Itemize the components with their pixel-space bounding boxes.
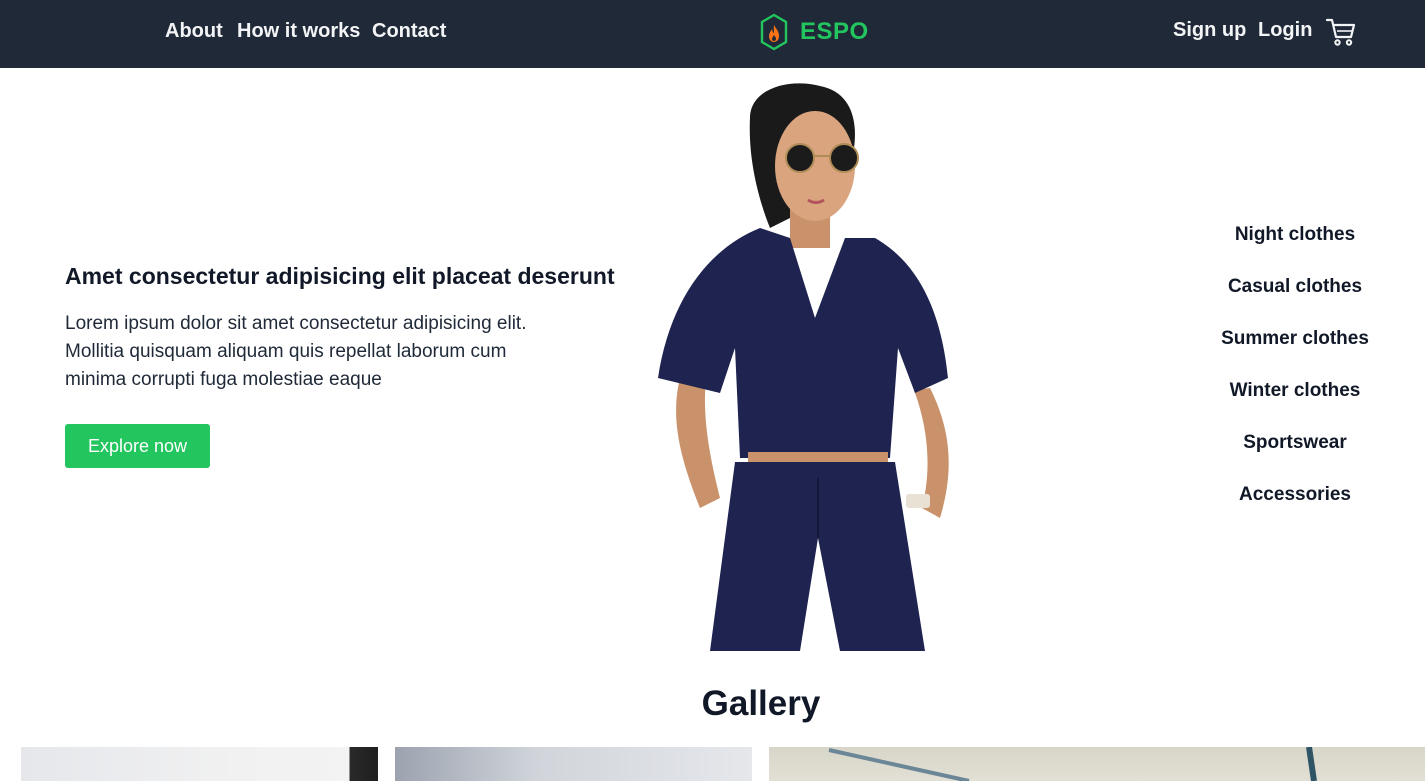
category-sportswear[interactable]: Sportswear	[1195, 428, 1395, 480]
category-list: Night clothes Casual clothes Summer clot…	[1195, 220, 1395, 532]
model-image	[658, 83, 949, 651]
gallery-title: Gallery	[701, 684, 821, 723]
gallery-image-3[interactable]	[769, 747, 1425, 781]
category-night-clothes[interactable]: Night clothes	[1195, 220, 1395, 272]
category-casual-clothes[interactable]: Casual clothes	[1195, 272, 1395, 324]
shield-logo-icon	[760, 13, 788, 51]
nav-link-about[interactable]: About	[165, 20, 223, 43]
hero-heading: Amet consectetur adipisicing elit placea…	[65, 263, 615, 289]
gallery-image-1[interactable]	[21, 747, 378, 781]
cart-icon[interactable]	[1325, 16, 1357, 48]
gallery-image-2[interactable]	[395, 747, 752, 781]
hero-description: Lorem ipsum dolor sit amet consectetur a…	[65, 313, 527, 390]
category-accessories[interactable]: Accessories	[1195, 480, 1395, 532]
explore-now-button[interactable]: Explore now	[65, 424, 210, 468]
brand-logo[interactable]: ESPO	[760, 12, 869, 52]
nav-link-how-it-works[interactable]: How it works	[237, 20, 360, 43]
login-link[interactable]: Login	[1258, 19, 1312, 42]
gallery-image-3-detail	[828, 747, 1317, 781]
brand-name: ESPO	[800, 18, 869, 45]
category-summer-clothes[interactable]: Summer clothes	[1195, 324, 1395, 376]
category-winter-clothes[interactable]: Winter clothes	[1195, 376, 1395, 428]
nav-link-contact[interactable]: Contact	[372, 20, 446, 43]
navbar: About How it works Contact ESPO Sign up …	[0, 0, 1425, 68]
signup-link[interactable]: Sign up	[1173, 19, 1246, 42]
